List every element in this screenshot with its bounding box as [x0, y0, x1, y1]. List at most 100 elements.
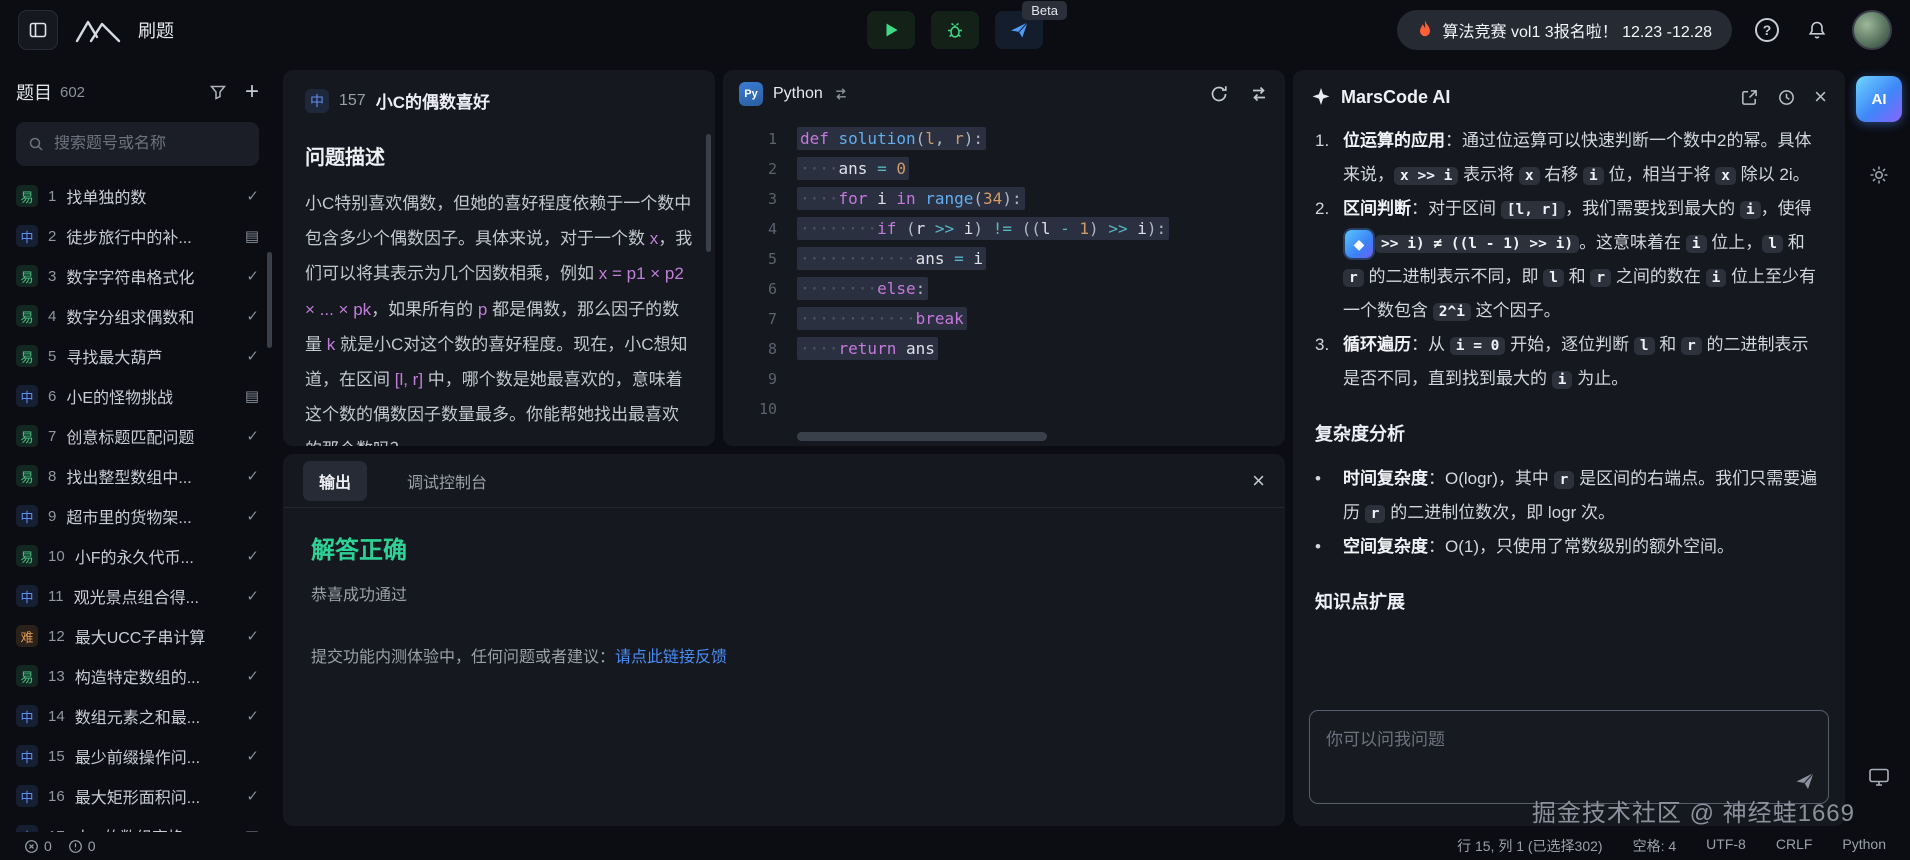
problem-row[interactable]: 易13构造特定数组的...✓: [16, 656, 259, 696]
output-panel: 输出 调试控制台 × 解答正确 恭喜成功通过 提交功能内测体验中，任何问题或者建…: [283, 454, 1285, 826]
sidebar-toggle-button[interactable]: [18, 10, 58, 50]
problem-sidebar: 题目 602 + 易1找单独的数✓中2徒步旅行中的补...▤易3数字字符串格式化…: [0, 60, 275, 832]
problem-number: 9: [48, 508, 56, 525]
ai-history-button[interactable]: [1777, 88, 1796, 107]
ai-input[interactable]: [1310, 711, 1828, 803]
problem-name: 最大矩形面积问...: [75, 784, 237, 808]
export-icon: [1740, 88, 1759, 107]
ai-export-button[interactable]: [1740, 88, 1759, 107]
notifications-button[interactable]: [1802, 15, 1832, 45]
difficulty-badge: 难: [16, 625, 38, 647]
tab-debug-console[interactable]: 调试控制台: [391, 461, 503, 501]
problem-row[interactable]: 易5寻找最大葫芦✓: [16, 336, 259, 376]
problem-description: 小C特别喜欢偶数，但她的喜好程度依赖于一个数中包含多少个偶数因子。具体来说，对于…: [305, 186, 693, 446]
language-mode[interactable]: Python: [1842, 836, 1886, 856]
problem-row[interactable]: 难12最大UCC子串计算✓: [16, 616, 259, 656]
problem-row[interactable]: 易8找出整型数组中...✓: [16, 456, 259, 496]
problem-row[interactable]: 中2徒步旅行中的补...▤: [16, 216, 259, 256]
editor-horizontal-scrollbar[interactable]: [797, 432, 1047, 441]
errors-indicator[interactable]: 0: [24, 838, 52, 854]
refresh-icon: [1209, 84, 1229, 104]
code-line[interactable]: ····for i in range(34):: [797, 184, 1285, 214]
filter-icon: [209, 83, 227, 101]
search-box: [16, 122, 259, 166]
avatar[interactable]: [1852, 10, 1892, 50]
search-input[interactable]: [54, 135, 247, 153]
note-icon: ▤: [245, 227, 259, 245]
problem-row[interactable]: 中11观光景点组合得...✓: [16, 576, 259, 616]
code-line[interactable]: ········if (r >> i) != ((l - 1) >> i):: [797, 214, 1285, 244]
code-line[interactable]: def solution(l, r):: [797, 124, 1285, 154]
settings-tool-button[interactable]: [1868, 164, 1890, 191]
ai-content: 1.位运算的应用：通过位运算可以快速判断一个数中2的幂。具体来说，x >> i …: [1293, 124, 1845, 690]
contest-banner[interactable]: 算法竞赛 vol1 3报名啦！ 12.23 -12.28: [1397, 10, 1732, 50]
run-button[interactable]: [867, 11, 915, 49]
problem-name: 小M的数组变换: [75, 824, 235, 832]
problem-number: 8: [48, 468, 56, 485]
ai-input-box: [1309, 710, 1829, 804]
check-icon: ✓: [246, 547, 259, 565]
code-line[interactable]: ············ans = i: [797, 244, 1285, 274]
watermark: 掘金技术社区 @ 神经蛙1669: [1532, 793, 1855, 828]
problem-row[interactable]: 中17小M的数组变换▤: [16, 816, 259, 832]
problem-section-title: 问题描述: [305, 141, 693, 170]
code-editor[interactable]: 12345678910 def solution(l, r):····ans =…: [723, 118, 1285, 424]
code-area[interactable]: def solution(l, r):····ans = 0····for i …: [777, 124, 1285, 424]
bug-icon: [945, 20, 965, 40]
warnings-count: 0: [88, 838, 96, 854]
code-line[interactable]: ····return ans: [797, 334, 1285, 364]
problem-row[interactable]: 中16最大矩形面积问...✓: [16, 776, 259, 816]
debug-button[interactable]: [931, 11, 979, 49]
problem-row[interactable]: 易4数字分组求偶数和✓: [16, 296, 259, 336]
code-line[interactable]: [797, 364, 1285, 394]
reset-code-button[interactable]: [1209, 84, 1229, 104]
difficulty-badge: 易: [16, 545, 38, 567]
filter-button[interactable]: [209, 83, 227, 101]
marscode-logo-icon: [1311, 87, 1331, 107]
ai-close-button[interactable]: ×: [1814, 86, 1827, 108]
help-button[interactable]: ?: [1752, 15, 1782, 45]
editor-layout-button[interactable]: [1868, 767, 1890, 792]
bell-icon: [1807, 20, 1827, 40]
result-message: 恭喜成功通过: [311, 581, 1257, 605]
problem-row[interactable]: 易3数字字符串格式化✓: [16, 256, 259, 296]
code-line[interactable]: ············break: [797, 304, 1285, 334]
indent-setting[interactable]: 空格: 4: [1633, 836, 1677, 856]
code-line[interactable]: ········else:: [797, 274, 1285, 304]
add-problem-button[interactable]: +: [245, 80, 259, 104]
eol-setting[interactable]: CRLF: [1776, 836, 1813, 856]
compare-code-button[interactable]: [1249, 84, 1269, 104]
code-line[interactable]: [797, 394, 1285, 424]
marscode-ai-tool-button[interactable]: AI: [1856, 76, 1902, 122]
encoding-setting[interactable]: UTF-8: [1706, 836, 1746, 856]
difficulty-badge: 易: [16, 465, 38, 487]
warning-icon: [68, 839, 83, 854]
tab-output[interactable]: 输出: [303, 461, 367, 501]
sidebar-scrollbar[interactable]: [267, 252, 272, 348]
ai-list-item: 2.区间判断：对于区间 [l, r]，我们需要找到最大的 i，使得 ◆>> i)…: [1315, 192, 1823, 328]
problem-row[interactable]: 中15最少前缀操作问...✓: [16, 736, 259, 776]
ai-list-marker: 2.: [1315, 192, 1343, 328]
check-icon: ✓: [246, 467, 259, 485]
language-switch-button[interactable]: [833, 86, 849, 102]
problem-row[interactable]: 易7创意标题匹配问题✓: [16, 416, 259, 456]
marscode-inline-icon[interactable]: ◆: [1345, 230, 1373, 258]
problem-row[interactable]: 易10小F的永久代币...✓: [16, 536, 259, 576]
cursor-position[interactable]: 行 15, 列 1 (已选择302): [1457, 836, 1603, 856]
problem-name: 数组元素之和最...: [75, 704, 237, 728]
warnings-indicator[interactable]: 0: [68, 838, 96, 854]
feedback-link[interactable]: 请点此链接反馈: [615, 649, 727, 666]
output-body: 解答正确 恭喜成功通过 提交功能内测体验中，任何问题或者建议：请点此链接反馈: [283, 508, 1285, 689]
problem-row[interactable]: 中9超市里的货物架...✓: [16, 496, 259, 536]
sidebar-header: 题目 602 +: [16, 74, 259, 110]
status-bar: 0 0 行 15, 列 1 (已选择302) 空格: 4 UTF-8 CRLF …: [0, 832, 1910, 860]
problem-number: 5: [48, 348, 56, 365]
close-output-button[interactable]: ×: [1252, 470, 1265, 492]
problem-row[interactable]: 中6小E的怪物挑战▤: [16, 376, 259, 416]
code-line[interactable]: ····ans = 0: [797, 154, 1285, 184]
problem-scrollbar[interactable]: [706, 134, 711, 252]
problem-row[interactable]: 中14数组元素之和最...✓: [16, 696, 259, 736]
problem-row[interactable]: 易1找单独的数✓: [16, 176, 259, 216]
compare-icon: [1249, 84, 1269, 104]
check-icon: ✓: [246, 587, 259, 605]
